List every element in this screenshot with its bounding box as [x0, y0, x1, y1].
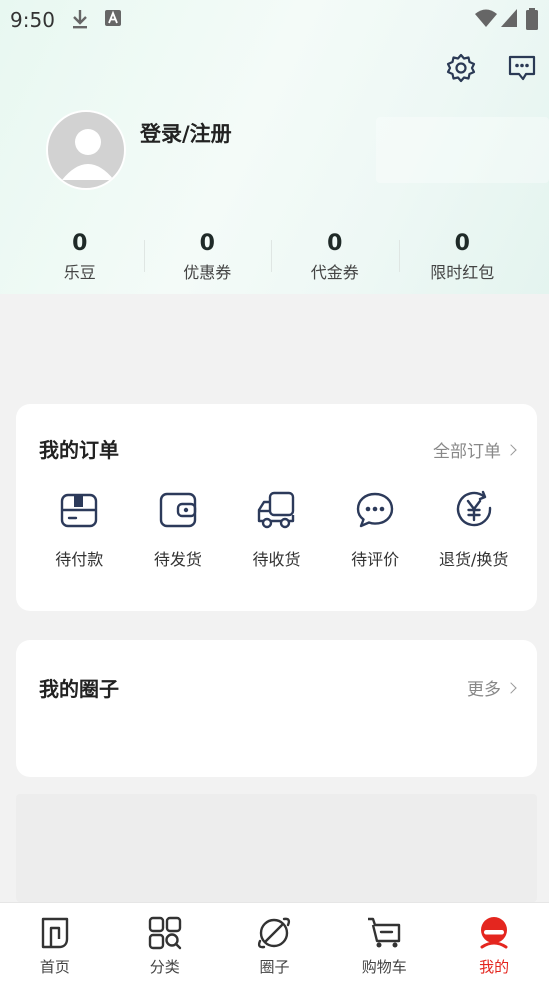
order-status-row: 待付款 待发货 待收货 待评价 退货/换货: [16, 490, 537, 570]
tab-cart[interactable]: 购物车: [329, 903, 439, 985]
tab-label: 分类: [149, 958, 180, 976]
order-returns[interactable]: 退货/换货: [428, 490, 520, 570]
cart-icon: [368, 917, 401, 948]
home-icon: [41, 917, 69, 949]
chat-bubble-icon: [356, 492, 394, 528]
pending-payment-icon: [61, 493, 98, 528]
stat-label: 限时红包: [430, 263, 495, 282]
stat-label: 优惠券: [183, 263, 232, 282]
order-pending-review[interactable]: 待评价: [329, 490, 421, 570]
stat-vouchers[interactable]: 0 代金券: [271, 226, 399, 286]
all-orders-link[interactable]: 全部订单: [433, 437, 517, 462]
truck-icon: [258, 491, 295, 529]
avatar[interactable]: [46, 110, 126, 190]
stat-label: 乐豆: [63, 263, 96, 282]
my-circle-card: 我的圈子 更多: [16, 640, 537, 777]
chevron-right-icon: [505, 443, 517, 456]
chevron-right-icon: [505, 681, 517, 694]
stat-ledou[interactable]: 0 乐豆: [16, 226, 144, 286]
order-label: 退货/换货: [438, 550, 509, 569]
all-orders-label: 全部订单: [433, 442, 501, 462]
battery-icon: [526, 8, 538, 30]
message-icon[interactable]: [506, 52, 538, 84]
more-label: 更多: [467, 680, 501, 700]
tab-profile[interactable]: 我的: [439, 903, 549, 985]
content-placeholder: [16, 794, 537, 902]
order-pending-payment[interactable]: 待付款: [33, 490, 125, 570]
order-label: 待发货: [153, 550, 202, 569]
status-time: 9:50: [10, 8, 55, 32]
tab-home[interactable]: 首页: [0, 903, 110, 985]
stat-coupons[interactable]: 0 优惠券: [143, 226, 272, 286]
signal-icon: [501, 9, 517, 27]
order-label: 待收货: [252, 550, 301, 569]
tab-circle[interactable]: 圈子: [220, 903, 330, 985]
stat-value: 0: [454, 231, 470, 256]
stat-red-packets[interactable]: 0 限时红包: [398, 226, 527, 286]
stat-label: 代金券: [310, 263, 359, 282]
my-orders-card: 我的订单 全部订单 待付款 待发货 待收货 待评价 退货/换货: [16, 404, 537, 611]
tab-category[interactable]: 分类: [110, 903, 220, 985]
profile-icon: [480, 917, 508, 949]
tab-label: 我的: [479, 958, 510, 976]
circle-more-link[interactable]: 更多: [467, 675, 517, 700]
tab-label: 圈子: [259, 958, 290, 976]
order-label: 待评价: [351, 550, 400, 569]
planet-icon: [258, 917, 291, 949]
orders-title: 我的订单: [39, 438, 119, 462]
stat-value: 0: [72, 231, 88, 256]
category-icon: [148, 916, 181, 950]
tab-label: 购物车: [361, 958, 407, 976]
order-label: 待付款: [55, 550, 104, 569]
order-pending-receipt[interactable]: 待收货: [230, 490, 322, 570]
wifi-icon: [475, 9, 497, 27]
settings-gear-icon[interactable]: [445, 52, 477, 84]
circle-title: 我的圈子: [39, 677, 119, 701]
tab-label: 首页: [39, 958, 70, 976]
wallet-icon: [159, 492, 197, 528]
status-bar: 9:50: [0, 0, 549, 38]
stat-value: 0: [199, 231, 215, 256]
header-banner-placeholder: [376, 117, 549, 183]
download-icon: [73, 10, 87, 29]
order-pending-shipment[interactable]: 待发货: [132, 490, 224, 570]
bottom-tab-bar: 首页 分类 圈子 购物车 我的: [0, 902, 549, 985]
app-notification-icon: [105, 10, 121, 26]
account-stats: 0 乐豆 0 优惠券 0 代金券 0 限时红包: [16, 226, 526, 286]
login-register-link[interactable]: 登录/注册: [140, 118, 232, 148]
stat-value: 0: [327, 231, 343, 256]
yen-refund-icon: [456, 490, 491, 527]
